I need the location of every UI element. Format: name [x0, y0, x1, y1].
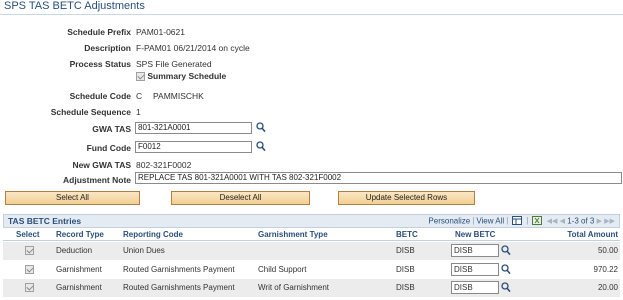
row-total-amount: 50.00 [597, 246, 618, 255]
new-betc-lookup-icon[interactable] [501, 282, 511, 293]
fund-code-input[interactable]: F0012 [135, 141, 252, 153]
row-total-amount: 970.22 [593, 265, 618, 274]
col-betc[interactable]: BETC [396, 230, 418, 239]
deselect-all-button[interactable]: Deselect All [171, 191, 310, 205]
row-betc: DISB [396, 283, 415, 292]
gwa-tas-label: GWA TAS [92, 124, 131, 134]
process-status-label: Process Status [69, 59, 131, 69]
row-select-checkbox[interactable] [25, 283, 34, 293]
process-status-value: SPS File Generated [136, 59, 212, 69]
row-reporting-code: Routed Garnishments Payment [123, 283, 235, 292]
prev-page-icon: ◀ [559, 217, 565, 225]
nav-separator: | [506, 216, 509, 226]
col-select: Select [16, 230, 40, 239]
pager-text: 1-3 of 3 [567, 216, 595, 226]
new-gwa-tas-value: 802-321F0002 [136, 160, 192, 170]
update-selected-rows-button[interactable]: Update Selected Rows [338, 191, 475, 205]
table-row: Garnishment Routed Garnishments Payment … [3, 261, 620, 279]
row-betc: DISB [396, 265, 415, 274]
col-record-type[interactable]: Record Type [56, 230, 104, 239]
summary-schedule-field: Summary Schedule [136, 71, 227, 82]
row-total-amount: 20.00 [597, 283, 618, 292]
description-label: Description [84, 43, 131, 53]
fund-code-label: Fund Code [86, 143, 131, 153]
gwa-tas-input[interactable]: 801-321A0001 [135, 122, 252, 134]
grid-title: TAS BETC Entries [8, 216, 82, 226]
row-new-betc-input[interactable]: DISB [451, 244, 499, 257]
description-value: F-PAM01 06/21/2014 on cycle [136, 43, 250, 53]
row-record-type: Garnishment [56, 265, 102, 274]
personalize-link[interactable]: Personalize [428, 216, 470, 225]
table-row: Garnishment Routed Garnishments Payment … [3, 279, 620, 297]
row-garnishment-type: Child Support [258, 265, 307, 274]
row-select-checkbox[interactable] [25, 246, 34, 256]
grid-navigation: Personalize | View All | | ◀◀ ◀ 1-3 of 3 ▶ ▶… [428, 216, 615, 226]
header-divider [3, 240, 620, 241]
next-page-icon: ▶ [596, 217, 602, 225]
row-reporting-code: Routed Garnishments Payment [123, 265, 235, 274]
page-title: SPS TAS BETC Adjustments [4, 0, 145, 12]
table-row: Deduction Union Dues DISB DISB 50.00 [3, 242, 620, 260]
new-gwa-tas-label: New GWA TAS [72, 160, 131, 170]
new-betc-lookup-icon[interactable] [501, 264, 511, 275]
schedule-sequence-value: 1 [136, 107, 141, 117]
col-total-amount[interactable]: Total Amount [560, 230, 618, 239]
view-all-link[interactable]: View All [476, 216, 504, 225]
row-select-checkbox[interactable] [25, 265, 34, 275]
row-new-betc-input[interactable]: DISB [451, 281, 499, 294]
nav-separator: | [472, 216, 475, 226]
schedule-code-label: Schedule Code [69, 91, 131, 101]
col-garnishment-type[interactable]: Garnishment Type [258, 230, 328, 239]
first-page-icon: ◀◀ [546, 217, 558, 225]
row-betc: DISB [396, 246, 415, 255]
new-betc-lookup-icon[interactable] [501, 245, 511, 256]
schedule-code-user: PAMMISCHK [153, 91, 204, 101]
grid-zoom-icon[interactable] [512, 216, 523, 226]
fund-code-lookup-icon[interactable] [256, 141, 266, 152]
schedule-prefix-value: PAM01-0621 [136, 27, 185, 37]
gwa-tas-lookup-icon[interactable] [256, 122, 266, 133]
adjustment-note-input[interactable]: REPLACE TAS 801-321A0001 WITH TAS 802-32… [135, 172, 622, 184]
col-new-betc[interactable]: New BETC [455, 230, 495, 239]
grid-download-icon[interactable] [532, 216, 543, 226]
row-record-type: Garnishment [56, 283, 102, 292]
nav-separator: | [526, 216, 529, 226]
row-record-type: Deduction [56, 246, 93, 255]
adjustment-note-label: Adjustment Note [63, 175, 131, 185]
summary-schedule-label: Summary Schedule [147, 71, 227, 81]
col-reporting-code[interactable]: Reporting Code [123, 230, 183, 239]
select-all-button[interactable]: Select All [5, 191, 140, 205]
schedule-code-value: C [136, 91, 143, 101]
row-reporting-code: Union Dues [123, 246, 165, 255]
schedule-prefix-label: Schedule Prefix [67, 27, 131, 37]
row-garnishment-type: Writ of Garnishment [258, 283, 329, 292]
schedule-sequence-label: Schedule Sequence [50, 107, 131, 117]
last-page-icon: ▶▶ [604, 217, 615, 225]
summary-schedule-checkbox[interactable] [136, 72, 145, 82]
row-new-betc-input[interactable]: DISB [451, 263, 499, 276]
grid-header-bar: TAS BETC Entries Personalize | View All | | … [3, 214, 620, 228]
title-divider [0, 14, 623, 15]
